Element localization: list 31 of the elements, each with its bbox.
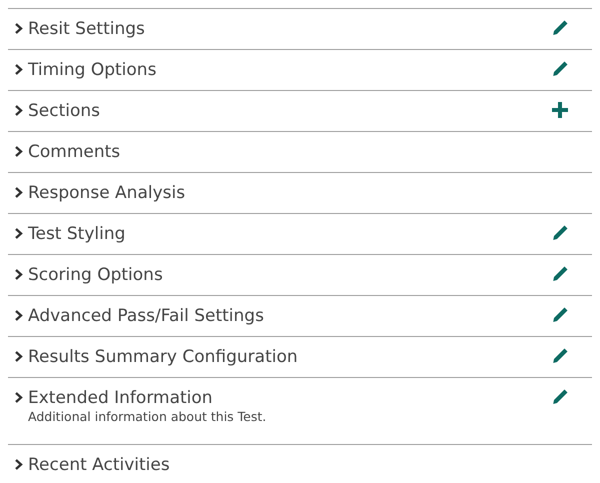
chevron-icon[interactable] (14, 310, 23, 321)
section-title[interactable]: Extended Information (28, 387, 550, 409)
pencil-icon[interactable] (550, 59, 570, 79)
chevron-icon[interactable] (14, 187, 23, 198)
chevron-icon[interactable] (14, 146, 23, 157)
chevron-icon[interactable] (14, 459, 23, 470)
pencil-icon[interactable] (550, 264, 570, 284)
chevron-icon[interactable] (14, 105, 23, 116)
section-title[interactable]: Resit Settings (28, 18, 550, 40)
chevron-icon[interactable] (14, 351, 23, 362)
section-description: Additional information about this Test. (28, 409, 268, 424)
pencil-icon[interactable] (550, 223, 570, 243)
pencil-icon[interactable] (550, 18, 570, 38)
section-title[interactable]: Response Analysis (28, 182, 584, 204)
pencil-icon[interactable] (550, 305, 570, 325)
chevron-icon[interactable] (14, 269, 23, 280)
chevron-icon[interactable] (14, 228, 23, 239)
pencil-icon[interactable] (550, 387, 570, 407)
pencil-icon[interactable] (550, 346, 570, 366)
chevron-icon[interactable] (14, 23, 23, 34)
section-title[interactable]: Scoring Options (28, 264, 550, 286)
section-title[interactable]: Comments (28, 141, 584, 163)
section-title[interactable]: Recent Activities (28, 454, 584, 476)
section-title[interactable]: Sections (28, 100, 550, 122)
section-title[interactable]: Test Styling (28, 223, 550, 245)
section-title[interactable]: Advanced Pass/Fail Settings (28, 305, 550, 327)
add-icon[interactable] (550, 100, 570, 120)
chevron-icon[interactable] (14, 392, 23, 403)
chevron-icon[interactable] (14, 64, 23, 75)
section-title[interactable]: Results Summary Configuration (28, 346, 550, 368)
section-title[interactable]: Timing Options (28, 59, 550, 81)
